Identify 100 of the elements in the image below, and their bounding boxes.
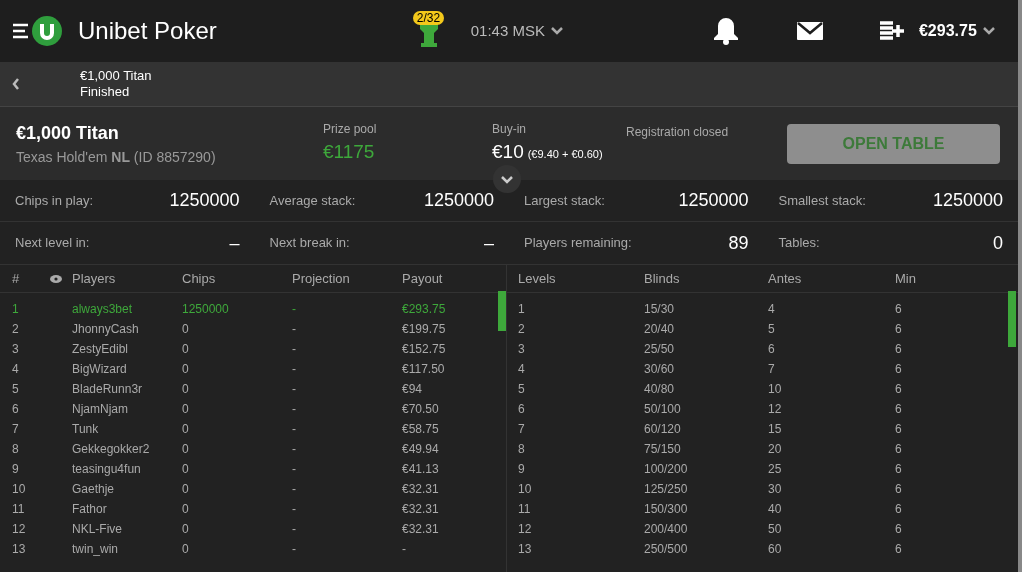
- table-cell-text: 11: [12, 501, 26, 518]
- buyin-label: Buy-in: [492, 121, 527, 139]
- table-cell-text: 6: [895, 441, 903, 458]
- player-row[interactable]: 9 teasingu4fun 0 - €41.13: [0, 459, 496, 479]
- table-cell-text: 30/60: [644, 361, 676, 378]
- logo-icon: [32, 16, 62, 46]
- scrollbar-thumb[interactable]: [498, 291, 506, 331]
- table-cell-text: 250/500: [644, 541, 689, 558]
- table-cell-text: 8: [518, 441, 526, 458]
- brand-name: Unibet Poker: [78, 16, 217, 46]
- page-title: €1,000 Titan: [80, 68, 152, 84]
- column-header: Antes: [768, 269, 803, 288]
- table-cell-text: teasingu4fun: [72, 461, 142, 478]
- column-header: Chips: [182, 269, 217, 288]
- table-cell-text: -: [292, 421, 297, 438]
- table-cell-text: NjamNjam: [72, 401, 129, 418]
- table-cell-text: €58.75: [402, 421, 440, 438]
- column-header: #: [12, 269, 21, 288]
- stat-label: Average stack:: [269, 191, 356, 210]
- table-cell-text: 6: [895, 521, 903, 538]
- mail-icon[interactable]: [796, 22, 823, 40]
- table-cell-text: 6: [895, 381, 903, 398]
- table-cell-text: 0: [182, 321, 190, 338]
- player-row[interactable]: 13 twin_win 0 - -: [0, 539, 496, 559]
- player-row[interactable]: 1 always3bet 1250000 - €293.75: [0, 299, 496, 319]
- table-cell-text: 2: [518, 321, 526, 338]
- table-cell-text: 150/300: [644, 501, 689, 518]
- table-cell-text: 7: [12, 421, 20, 438]
- time-dropdown[interactable]: 01:43 MSK: [470, 19, 563, 43]
- table-cell-text: 0: [182, 481, 190, 498]
- table-cell-text: 8: [12, 441, 20, 458]
- eye-icon[interactable]: [50, 274, 62, 283]
- stat-value: 1250000: [169, 189, 240, 212]
- table-cell-text: 15/30: [644, 301, 676, 318]
- table-cell-text: -: [292, 401, 297, 418]
- table-cell-text: 10: [768, 381, 783, 398]
- table-cell-text: 0: [182, 381, 190, 398]
- player-row[interactable]: 11 Fathor 0 - €32.31: [0, 499, 496, 519]
- stat-value: –: [229, 231, 240, 255]
- table-cell-text: €32.31: [402, 501, 440, 518]
- table-cell-text: 13: [12, 541, 27, 558]
- menu-icon[interactable]: [12, 22, 30, 40]
- player-row[interactable]: 6 NjamNjam 0 - €70.50: [0, 399, 496, 419]
- player-row[interactable]: 4 BigWizard 0 - €117.50: [0, 359, 496, 379]
- table-cell-text: 0: [182, 361, 190, 378]
- back-icon[interactable]: [12, 78, 20, 90]
- prize-label: Prize pool: [323, 121, 378, 139]
- tournament-name: €1,000 Titan: [16, 121, 120, 145]
- table-cell-text: 7: [768, 361, 776, 378]
- stat-label: Chips in play:: [15, 191, 94, 210]
- table-cell-text: €152.75: [402, 341, 447, 358]
- bell-icon[interactable]: [712, 17, 739, 45]
- table-cell-text: JhonnyCash: [72, 321, 140, 338]
- chips-plus-icon[interactable]: [878, 21, 905, 41]
- table-cell-text: 6: [895, 501, 903, 518]
- table-cell-text: BladeRunn3r: [72, 381, 144, 398]
- balance-dropdown[interactable]: €293.75: [918, 19, 995, 43]
- buyin-value: €10: [492, 140, 524, 165]
- stat-value: 89: [728, 231, 749, 255]
- table-cell-text: always3bet: [72, 301, 134, 318]
- stat-label: Next level in:: [15, 234, 90, 253]
- stat-value: 1250000: [678, 189, 749, 212]
- stat-label: Smallest stack:: [778, 191, 866, 210]
- player-row[interactable]: 2 JhonnyCash 0 - €199.75: [0, 319, 496, 339]
- table-cell-text: Gaethje: [72, 481, 116, 498]
- table-cell-text: 60: [768, 541, 783, 558]
- table-cell-text: 25: [768, 461, 783, 478]
- expand-icon[interactable]: [493, 165, 521, 193]
- table-cell-text: -: [292, 341, 297, 358]
- table-cell-text: 3: [518, 341, 526, 358]
- player-row[interactable]: 7 Tunk 0 - €58.75: [0, 419, 496, 439]
- table-cell-text: 200/400: [644, 521, 689, 538]
- stat-label: Next break in:: [269, 234, 350, 253]
- player-row[interactable]: 3 ZestyEdibl 0 - €152.75: [0, 339, 496, 359]
- table-cell-text: 11: [518, 501, 532, 518]
- table-cell-text: 40/80: [644, 381, 676, 398]
- table-cell-text: BigWizard: [72, 361, 128, 378]
- table-cell-text: -: [292, 461, 297, 478]
- table-cell-text: 4: [518, 361, 526, 378]
- player-row[interactable]: 12 NKL-Five 0 - €32.31: [0, 519, 496, 539]
- table-cell-text: 0: [182, 421, 190, 438]
- player-row[interactable]: 5 BladeRunn3r 0 - €94: [0, 379, 496, 399]
- table-cell-text: 5: [12, 381, 20, 398]
- player-row[interactable]: 10 Gaethje 0 - €32.31: [0, 479, 496, 499]
- table-cell-text: €70.50: [402, 401, 440, 418]
- table-cell-text: 0: [182, 501, 190, 518]
- table-cell-text: 9: [518, 461, 526, 478]
- scrollbar-thumb[interactable]: [1008, 291, 1016, 347]
- table-cell-text: 1: [518, 301, 526, 318]
- table-cell-text: 4: [768, 301, 776, 318]
- table-cell-text: Gekkegokker2: [72, 441, 151, 458]
- table-cell-text: 7: [518, 421, 526, 438]
- table-cell-text: 10: [518, 481, 533, 498]
- player-row[interactable]: 8 Gekkegokker2 0 - €49.94: [0, 439, 496, 459]
- table-cell-text: 13: [518, 541, 533, 558]
- table-cell-text: 6: [768, 341, 776, 358]
- table-cell-text: 0: [182, 521, 190, 538]
- table-cell-text: 1250000: [182, 301, 230, 318]
- table-cell-text: 0: [182, 541, 190, 558]
- table-cell-text: twin_win: [72, 541, 120, 558]
